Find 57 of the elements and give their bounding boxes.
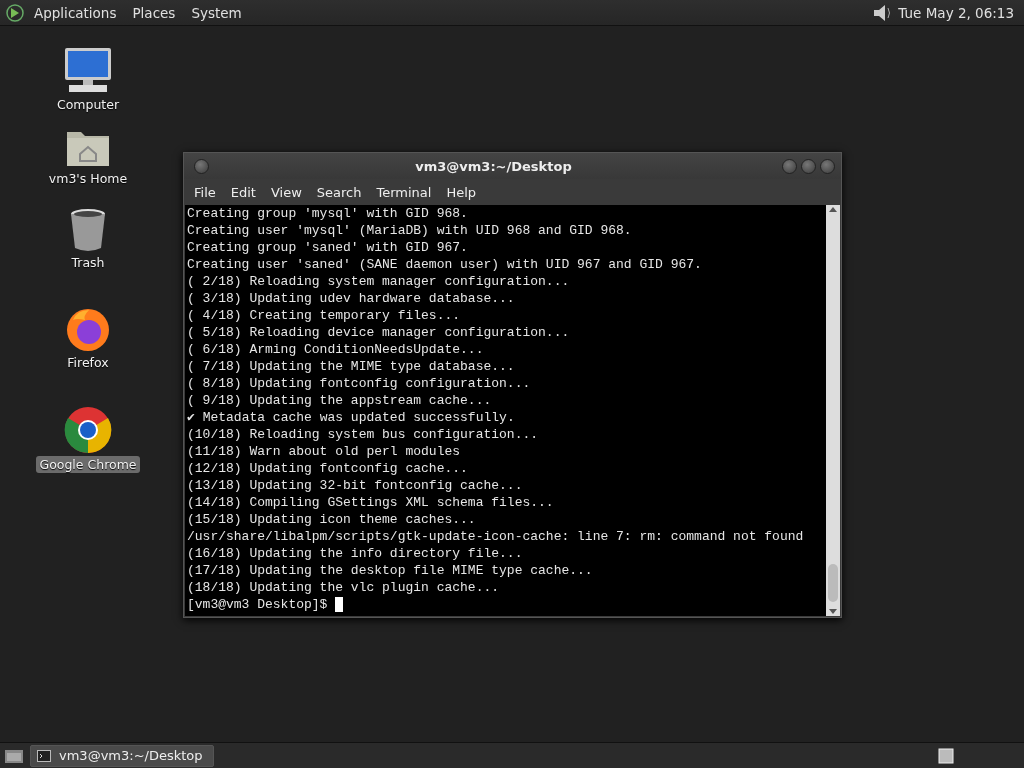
terminal-line: (13/18) Updating 32-bit fontconfig cache... [187, 477, 524, 494]
clock[interactable]: Tue May 2, 06:13 [898, 4, 1018, 21]
terminal-line: (16/18) Updating the info directory file... [187, 545, 524, 562]
window-menu-button[interactable] [194, 158, 209, 174]
menu-item[interactable]: Edit [224, 184, 262, 200]
shell-prompt: [vm3@vm3 Desktop]$ [187, 596, 328, 613]
terminal-line: ( 2/18) Reloading system manager configuration... [187, 273, 571, 290]
terminal-line: (10/18) Reloading system bus configuration... [187, 426, 540, 443]
terminal-line: (15/18) Updating icon theme caches... [187, 511, 477, 528]
text-cursor [335, 597, 344, 612]
minimize-button[interactable] [782, 158, 797, 174]
terminal-line: ( 3/18) Updating udev hardware database... [187, 290, 516, 307]
terminal-line: Creating user 'mysql' (MariaDB) with UID 968 and GID 968. [187, 222, 633, 239]
fox-globe-icon [65, 306, 111, 352]
terminal-line: Creating group 'saned' with GID 967. [187, 239, 469, 256]
maximize-button[interactable] [801, 158, 816, 174]
start-icon [6, 3, 24, 22]
terminal-line: Creating user 'saned' (SANE daemon user) with UID 967 and GID 967. [187, 256, 703, 273]
scrollbar[interactable] [826, 205, 840, 616]
menu-item[interactable]: Search [310, 184, 368, 200]
browser-ring-icon [64, 406, 112, 454]
terminal-line: ( 6/18) Arming ConditionNeedsUpdate... [187, 341, 485, 358]
menu-item[interactable]: View [264, 184, 308, 200]
scroll-down-icon[interactable] [828, 606, 838, 616]
desktop-icon-label[interactable]: Computer [53, 96, 123, 113]
desktop-icon-label[interactable]: Trash [68, 254, 108, 271]
scroll-thumb[interactable] [828, 564, 838, 602]
terminal-line: ( 8/18) Updating fontconfig configuration... [187, 375, 532, 392]
terminal-line: ( 7/18) Updating the MIME type database... [187, 358, 516, 375]
terminal-line: (11/18) Warn about old perl modules [187, 443, 462, 460]
terminal-icon [37, 749, 51, 762]
panel-menu[interactable]: System [185, 4, 248, 21]
menu-item[interactable]: Terminal [370, 184, 438, 200]
terminal-line: (14/18) Compiling GSettings XML schema files... [187, 494, 555, 511]
terminal-line: /usr/share/libalpm/scripts/gtk-update-icon-cache: line 7: rm: command not found [187, 528, 805, 545]
panel-menu[interactable]: Places [126, 4, 182, 21]
menu-item[interactable]: File [188, 184, 222, 200]
terminal-line: (17/18) Updating the desktop file MIME type cache... [187, 562, 594, 579]
monitor-icon [63, 46, 113, 94]
desktop-icon-label[interactable]: Firefox [64, 354, 112, 371]
desktop-icon-label[interactable]: vm3's Home [45, 170, 131, 187]
terminal-line: (12/18) Updating fontconfig cache... [187, 460, 469, 477]
window-title: vm3@vm3:~/Desktop [414, 158, 573, 174]
terminal-line: Creating group 'mysql' with GID 968. [187, 205, 469, 222]
terminal-line: ( 5/18) Reloading device manager configuration... [187, 324, 571, 341]
workspace-switcher-icon[interactable] [938, 747, 954, 764]
panel-menu[interactable]: Applications [28, 4, 123, 21]
close-button[interactable] [820, 158, 835, 174]
trash-icon [69, 208, 107, 252]
show-desktop-icon[interactable] [4, 747, 24, 764]
desktop-icon-label[interactable]: Google Chrome [36, 456, 140, 473]
terminal-line: (18/18) Updating the vlc plugin cache... [187, 579, 501, 596]
terminal-line: ( 4/18) Creating temporary files... [187, 307, 462, 324]
terminal-line: ( 9/18) Updating the appstream cache... [187, 392, 493, 409]
terminal-line: ✔ Metadata cache was updated successfully. [187, 409, 516, 426]
menu-item[interactable]: Help [440, 184, 483, 200]
taskbar-button[interactable]: vm3@vm3:~/Desktop [30, 744, 214, 767]
